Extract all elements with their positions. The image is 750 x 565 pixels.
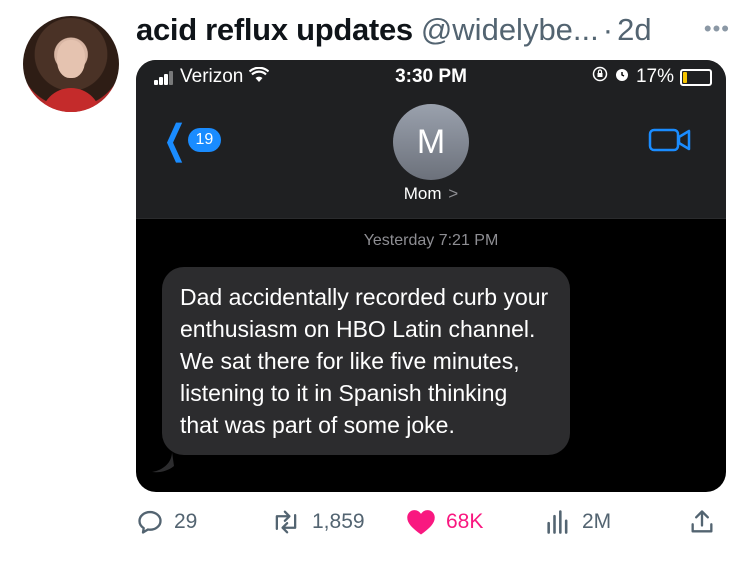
bubble-tail	[152, 452, 174, 473]
screenshot-image[interactable]: Verizon 3:30 PM 17% ❮ 19 M Mom > Yesterd…	[136, 60, 726, 492]
battery-percent: 17%	[635, 66, 674, 87]
like-count: 68K	[446, 510, 484, 533]
view-count: 2M	[582, 510, 612, 533]
views-icon	[547, 510, 568, 534]
views-button[interactable]: 2M	[544, 508, 611, 536]
message-timestamp: Yesterday 7:21 PM	[363, 232, 499, 249]
contact-avatar[interactable]: M	[393, 104, 469, 180]
tweet-time[interactable]: 2d	[617, 12, 651, 48]
share-icon	[691, 510, 713, 533]
alarm-icon	[614, 66, 630, 88]
contact-name[interactable]: Mom >	[136, 184, 726, 204]
battery-icon	[680, 68, 712, 86]
user-handle[interactable]: @widelybe...	[421, 12, 599, 48]
message-bubble: Dad accidentally recorded curb your enth…	[162, 267, 570, 455]
back-button[interactable]: ❮ 19	[158, 118, 222, 162]
tweet-header: acid reflux updates @widelybe... · 2d	[136, 8, 750, 52]
share-button[interactable]	[688, 508, 716, 536]
more-options-icon[interactable]: •••	[704, 16, 730, 42]
retweet-count: 1,859	[312, 510, 365, 533]
display-name[interactable]: acid reflux updates	[136, 12, 413, 48]
reply-button[interactable]: 29	[136, 508, 197, 536]
avatar-face	[57, 40, 85, 78]
retweet-icon	[275, 510, 297, 534]
battery-fill	[683, 71, 687, 83]
unread-badge: 19	[187, 128, 222, 152]
avatar-shirt	[41, 88, 101, 112]
video-call-icon[interactable]	[648, 126, 692, 154]
like-button[interactable]: 68K	[406, 508, 483, 536]
reply-count: 29	[174, 510, 198, 533]
chevron-left-icon: ❮	[163, 118, 187, 162]
orientation-lock-icon	[592, 66, 608, 88]
user-avatar[interactable]	[23, 16, 119, 112]
heart-icon	[407, 510, 435, 535]
imessage-header: Verizon 3:30 PM 17% ❮ 19 M Mom >	[136, 60, 726, 219]
reply-icon	[138, 510, 162, 534]
tweet-actions: 29 1,859 68K 2M	[136, 508, 726, 548]
status-bar: Verizon 3:30 PM 17%	[136, 66, 726, 90]
chevron-right-icon: >	[448, 184, 459, 203]
separator: ·	[602, 12, 614, 47]
retweet-button[interactable]: 1,859	[270, 508, 365, 536]
contact-name-label: Mom	[403, 184, 442, 203]
